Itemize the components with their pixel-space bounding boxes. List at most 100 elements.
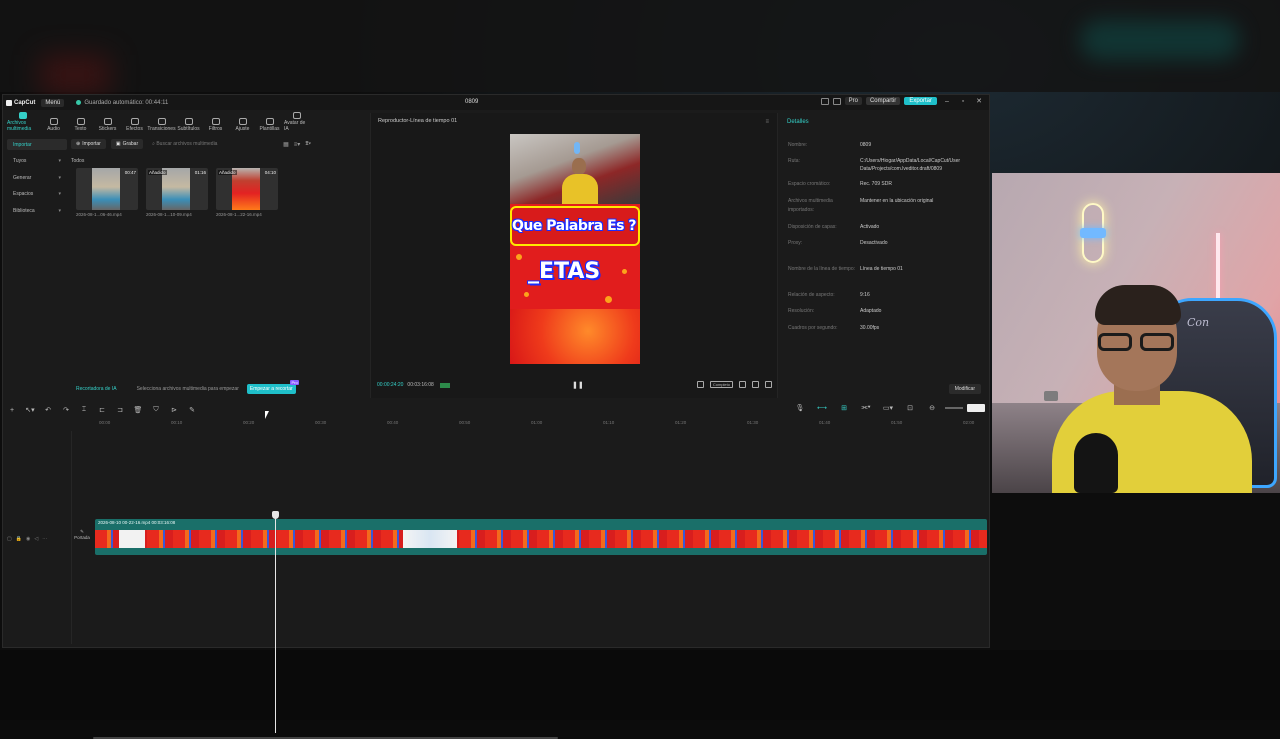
grid-view-icon[interactable]: ▦ (283, 141, 289, 148)
media-item[interactable]: Añadido 04:10 2026-08-1...22-16.mp4 (216, 168, 278, 217)
minimize-icon[interactable]: – (941, 98, 953, 105)
zoom-slider[interactable] (945, 404, 985, 412)
shield-icon[interactable]: ⛉ (147, 406, 165, 414)
menu-button[interactable]: Menú (41, 98, 65, 107)
video-preview[interactable]: Que Palabra Es ? _ETAS (510, 134, 640, 364)
media-item[interactable]: 00:47 2026-08-1...06-46.mp4 (76, 168, 138, 217)
tab-effects[interactable]: Efectos (122, 118, 147, 132)
magnet-icon[interactable]: ⊞ (835, 404, 853, 412)
sidebar-item-spaces[interactable]: Espacios ▾ (7, 189, 67, 200)
fit-icon[interactable]: ⊡ (901, 404, 919, 412)
chevron-down-icon: ▾ (58, 207, 61, 214)
delete-icon[interactable]: 🗑 (129, 406, 147, 414)
tab-audio[interactable]: Audio (41, 118, 66, 132)
visibility-icon[interactable]: ◉ (26, 536, 30, 542)
project-title: 0809 (465, 99, 479, 105)
tab-text[interactable]: Texto (68, 118, 93, 132)
tab-label: Stickers (98, 126, 117, 132)
tab-stickers[interactable]: Stickers (95, 118, 120, 132)
sidebar-item-yours[interactable]: Tuyos ▾ (7, 156, 67, 167)
tab-templates[interactable]: Plantillas (257, 118, 282, 132)
split-icon[interactable]: ⌶ (75, 406, 93, 414)
video-clip[interactable]: 2026-08-10 00-22-16.mp4 00:03:16:08 (95, 519, 987, 555)
audio-meter (439, 382, 450, 388)
trim-left-icon[interactable]: ⊏ (93, 406, 111, 414)
media-duration: 00:47 (124, 170, 136, 175)
playhead[interactable] (272, 511, 279, 733)
ai-cutter-label[interactable]: Recortadora de IA (76, 386, 117, 392)
tab-subtitles[interactable]: Subtítulos (176, 118, 201, 132)
sidebar-item-label: Espacios (13, 191, 34, 197)
tab-ai-avatar[interactable]: Avatar de IA (284, 112, 309, 132)
media-item[interactable]: Añadido 01:16 2026-08-1...10-09.mp4 (146, 168, 208, 217)
more-icon[interactable]: ⋯ (42, 536, 47, 542)
monitor-icon[interactable] (832, 97, 841, 105)
preview-icon[interactable]: ▭▾ (879, 404, 897, 412)
crop-icon[interactable] (696, 381, 704, 388)
zoom-out-icon[interactable]: ⊖ (923, 404, 941, 412)
zoom-slider-handle[interactable] (967, 404, 985, 412)
details-row: Nombre de la línea de tiempo: Línea de ti… (788, 265, 990, 274)
details-row: Archivos multimedia importados: Mantener … (788, 197, 990, 215)
maximize-icon[interactable]: ▫ (957, 98, 969, 105)
filters-icon (211, 118, 220, 125)
title-bar: CapCut Menú Guardado automático: 00:44:1… (3, 95, 989, 110)
tab-transitions[interactable]: Transiciones (147, 118, 176, 132)
neon-sign-image (574, 142, 580, 154)
filter-icon[interactable]: ⩩▾ (305, 141, 311, 148)
cover-button[interactable]: ✎ Portada (71, 529, 93, 540)
sidebar-item-generate[interactable]: Generar ▾ (7, 172, 67, 183)
sidebar-item-library[interactable]: Biblioteca ▾ (7, 205, 67, 216)
media-thumbnail: Añadido 04:10 (216, 168, 278, 210)
marker-icon[interactable]: ⊳ (165, 406, 183, 414)
clip-frame-white (403, 530, 457, 548)
start-cutting-button[interactable]: Empezar a recortar Pro (246, 380, 299, 394)
media-search-input[interactable]: ⌕ Buscar archivos multimedia (148, 141, 278, 147)
select-tool-icon[interactable]: ↖▾ (21, 406, 39, 414)
details-row: Resolución: Adaptado (788, 307, 990, 316)
tab-filters[interactable]: Filtros (203, 118, 228, 132)
more-menu-icon[interactable]: ≡ (765, 119, 769, 125)
link-icon[interactable]: ⟷ (813, 404, 831, 412)
lock-icon[interactable]: 🔒 (16, 536, 22, 542)
redo-icon[interactable]: ↷ (57, 406, 75, 414)
magic-edit-icon[interactable]: ✎ (183, 406, 201, 414)
export-button[interactable]: Exportar (904, 97, 937, 105)
details-key: Archivos multimedia importados: (788, 198, 833, 213)
tab-adjust[interactable]: Ajuste (230, 118, 255, 132)
record-button[interactable]: ▣ Grabar (110, 139, 144, 149)
add-icon[interactable]: + (3, 407, 21, 414)
microphone-icon[interactable]: 🎙 (791, 404, 809, 412)
media-section-label: Todos (71, 158, 85, 164)
snapshot-icon[interactable] (739, 381, 746, 388)
track-lock-icon[interactable]: ▢ (7, 536, 12, 542)
fullscreen-icon[interactable] (765, 381, 772, 388)
trim-right-icon[interactable]: ⊐ (111, 406, 129, 414)
track-header: ▢ 🔒 ◉ ◁ ⋯ (7, 529, 69, 549)
clip-filmstrip (95, 530, 987, 548)
tab-media[interactable]: Archivos multimedia (7, 112, 39, 132)
share-button[interactable]: Compartir (865, 97, 901, 105)
aspect-icon[interactable] (752, 381, 759, 388)
autosave-icon (76, 100, 82, 105)
close-icon[interactable]: ✕ (973, 97, 985, 105)
modify-button[interactable]: Modificar (948, 384, 981, 394)
ratio-select[interactable]: Completo (709, 381, 733, 388)
import-button[interactable]: ⊕ Importar (71, 139, 106, 149)
details-key: Relación de aspecto: (788, 292, 835, 298)
timeline-ruler[interactable]: 00:00 00:10 00:20 00:30 00:40 00:50 01:0… (71, 420, 989, 430)
tab-label: Subtítulos (177, 126, 200, 132)
snap-icon[interactable]: ⫘▾ (857, 404, 875, 412)
adjust-icon (238, 118, 247, 125)
mute-icon[interactable]: ◁ (34, 536, 38, 542)
undo-icon[interactable]: ↶ (39, 406, 57, 414)
pause-icon[interactable]: ❚❚ (572, 381, 584, 389)
details-value: Activado (860, 224, 880, 230)
layout-icon[interactable] (820, 97, 829, 105)
playhead-handle[interactable] (272, 511, 279, 519)
sort-icon[interactable]: ≡▾ (294, 141, 301, 148)
pro-button[interactable]: Pro (844, 97, 862, 105)
sidebar-item-import[interactable]: Importar (7, 139, 67, 150)
details-value: C:/Users/Hiogar/AppData/Local/CapCut/Use… (860, 158, 961, 172)
player-panel: Reproductor-Línea de tiempo 01 ≡ Que Pal… (370, 113, 778, 398)
